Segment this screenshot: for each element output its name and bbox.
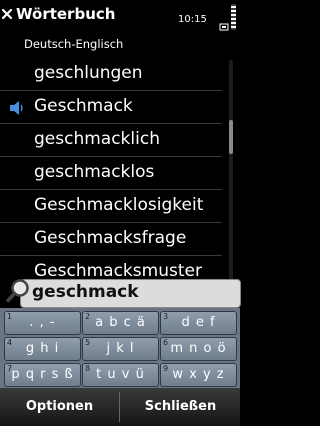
key-5[interactable]: 5j k l xyxy=(82,337,159,361)
softkey-bar: Optionen Schließen xyxy=(0,388,240,426)
scrollbar-thumb[interactable] xyxy=(229,120,233,154)
title-bar: Wörterbuch 10:15 xyxy=(0,0,240,32)
speaker-icon[interactable] xyxy=(9,101,25,115)
word-list[interactable]: geschlungen Geschmack geschmacklich gesc… xyxy=(0,58,228,278)
list-item-word: Geschmacksfrage xyxy=(34,228,187,248)
key-1[interactable]: 1. , - xyxy=(4,311,81,335)
list-item-word: Geschmacksmuster xyxy=(34,261,202,278)
list-item-word: geschmacklos xyxy=(34,162,155,182)
list-item[interactable]: Geschmacklosigkeit xyxy=(0,190,222,223)
options-button-label: Optionen xyxy=(25,399,94,414)
list-item-word: Geschmack xyxy=(34,96,133,116)
list-item-word: geschlungen xyxy=(34,63,143,83)
scrollbar[interactable] xyxy=(229,60,233,292)
key-6[interactable]: 6m n o ö xyxy=(160,337,237,361)
clock: 10:15 xyxy=(178,14,207,25)
search-input[interactable]: geschmack xyxy=(20,279,241,308)
softkey-divider xyxy=(119,392,120,422)
key-7[interactable]: 7p q r s ß xyxy=(4,363,81,387)
list-item[interactable]: Geschmacksmuster xyxy=(0,256,222,278)
language-pair-label: Deutsch-Englisch xyxy=(24,37,124,51)
key-2[interactable]: 2a b c ä xyxy=(82,311,159,335)
app-title: Wörterbuch xyxy=(16,5,116,23)
signal-battery-icon xyxy=(219,4,236,31)
virtual-keypad: 1. , - 2a b c ä 3d e f 4g h i 5j k l 6m … xyxy=(0,308,240,388)
list-item-word: geschmacklich xyxy=(34,129,160,149)
close-icon[interactable] xyxy=(1,8,13,20)
list-item[interactable]: geschlungen xyxy=(0,58,222,91)
search-input-value: geschmack xyxy=(32,282,139,302)
list-item[interactable]: Geschmacksfrage xyxy=(0,223,222,256)
list-item[interactable]: geschmacklich xyxy=(0,124,222,157)
close-button-label: Schließen xyxy=(144,399,217,414)
list-item-word: Geschmacklosigkeit xyxy=(34,195,204,215)
magnifier-icon xyxy=(6,279,29,303)
key-3[interactable]: 3d e f xyxy=(160,311,237,335)
key-9[interactable]: 9w x y z xyxy=(160,363,237,387)
key-8[interactable]: 8t u v ü xyxy=(82,363,159,387)
key-4[interactable]: 4g h i xyxy=(4,337,81,361)
list-item[interactable]: Geschmack xyxy=(0,91,222,124)
close-button[interactable]: Schließen xyxy=(121,388,240,426)
options-button[interactable]: Optionen xyxy=(0,388,119,426)
list-item[interactable]: geschmacklos xyxy=(0,157,222,190)
